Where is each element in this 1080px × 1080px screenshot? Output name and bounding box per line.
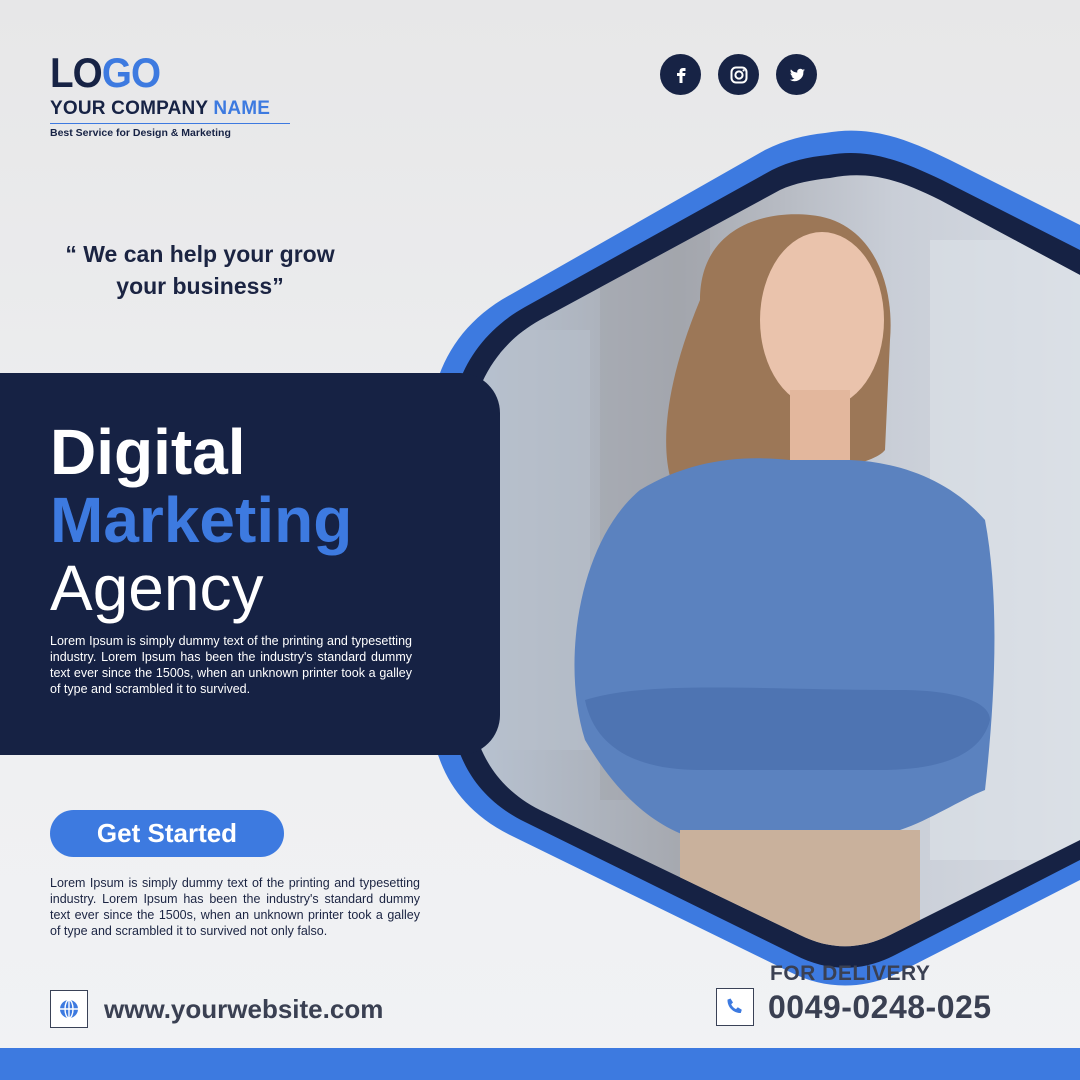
- delivery-label: FOR DELIVERY: [770, 962, 931, 985]
- globe-icon: [50, 990, 88, 1028]
- bottom-accent-bar: [0, 1048, 1080, 1080]
- facebook-icon[interactable]: [660, 54, 701, 95]
- logo-mark: LOGO: [50, 49, 161, 96]
- main-headline: Digital Marketing Agency: [50, 418, 352, 622]
- twitter-icon[interactable]: [776, 54, 817, 95]
- get-started-button[interactable]: Get Started: [50, 810, 284, 857]
- delivery-phone[interactable]: 0049-0248-025: [716, 988, 992, 1026]
- company-logo: LOGO YOUR COMPANY NAME Best Service for …: [50, 52, 290, 139]
- hero-quote: “ We can help your grow your business”: [65, 241, 335, 299]
- company-tagline: Best Service for Design & Marketing: [50, 123, 290, 139]
- instagram-icon[interactable]: [718, 54, 759, 95]
- headline-line-3: Agency: [50, 552, 264, 624]
- person-face: [760, 232, 884, 408]
- company-name: YOUR COMPANY NAME: [50, 98, 271, 119]
- social-links: [660, 54, 817, 95]
- headline-line-2: Marketing: [50, 484, 353, 556]
- phone-icon: [716, 988, 754, 1026]
- description-secondary: Lorem Ipsum is simply dummy text of the …: [50, 876, 420, 938]
- website-info[interactable]: www.yourwebsite.com: [50, 990, 383, 1028]
- person-shirt: [574, 458, 995, 840]
- phone-number[interactable]: 0049-0248-025: [768, 989, 992, 1026]
- website-url[interactable]: www.yourwebsite.com: [104, 994, 383, 1025]
- description-primary: Lorem Ipsum is simply dummy text of the …: [50, 634, 412, 696]
- headline-line-1: Digital: [50, 416, 246, 488]
